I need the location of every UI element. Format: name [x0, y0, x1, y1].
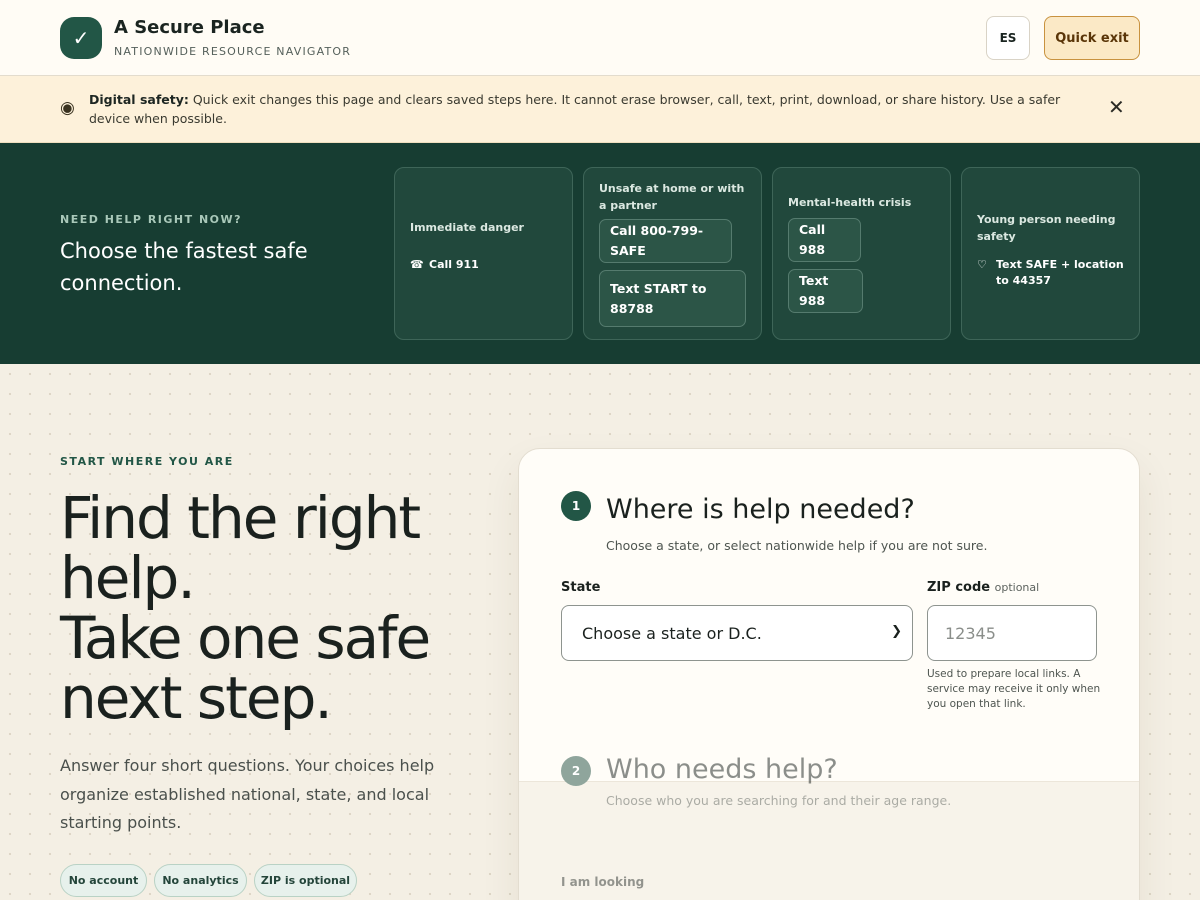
hero-line: next step.	[60, 664, 333, 732]
hero-lede: Answer four short questions. Your choice…	[60, 756, 435, 832]
digital-safety-lead: Digital safety:	[89, 92, 189, 107]
mental-health-crisis-card: Mental-health crisis Call 988 Text 988	[772, 167, 951, 340]
hero-line: help.	[60, 544, 196, 612]
immediate-danger-card: Immediate danger ☎ Call 911	[394, 167, 573, 340]
card-title: Young person needing safety	[977, 213, 1116, 243]
digital-safety-banner: ◉ Digital safety: Quick exit changes thi…	[0, 76, 1200, 143]
zip-help-text: Used to prepare local links. A service m…	[927, 668, 1101, 710]
phone-icon: ☎	[410, 258, 424, 271]
call-911-link[interactable]: ☎ Call 911	[410, 257, 479, 273]
hero-heading: Find the right help. Take one safe next …	[60, 488, 500, 728]
state-select-value: Choose a state or D.C.	[582, 623, 762, 643]
card-title: Immediate danger	[410, 221, 524, 234]
site-title[interactable]: A Secure Place	[114, 17, 265, 38]
emergency-title: Choose the fastest safe connection.	[60, 239, 308, 295]
state-select[interactable]: Choose a state or D.C. ❯	[561, 605, 913, 661]
hero-line: Take one safe	[60, 604, 431, 672]
digital-safety-message: Digital safety: Quick exit changes this …	[89, 90, 1079, 128]
heart-icon: ♡	[977, 258, 987, 271]
close-icon[interactable]: ✕	[1108, 97, 1125, 117]
step-2-title: Who needs help?	[606, 754, 838, 785]
unsafe-at-home-card: Unsafe at home or with a partner Call 80…	[583, 167, 762, 340]
emergency-eyebrow: NEED HELP RIGHT NOW?	[60, 213, 243, 226]
step-1-badge: 1	[561, 491, 591, 521]
quick-exit-button[interactable]: Quick exit	[1044, 16, 1140, 60]
zip-optional-note: optional	[994, 581, 1040, 594]
step-2-subtitle: Choose who you are searching for and the…	[606, 793, 952, 808]
zip-label-text: ZIP code	[927, 580, 991, 595]
resource-finder-form: 1 Where is help needed? Choose a state, …	[518, 448, 1140, 900]
card-title: Unsafe at home or with a partner	[599, 182, 745, 212]
hero-line: Find the right	[60, 484, 421, 552]
no-analytics-chip: No analytics	[154, 864, 247, 897]
digital-safety-text: Quick exit changes this page and clears …	[89, 92, 1061, 126]
zip-optional-chip: ZIP is optional	[254, 864, 357, 897]
text-safe-label: Text SAFE + location to 44357	[996, 258, 1124, 287]
language-toggle-button[interactable]: ES	[986, 16, 1030, 60]
call-988-button[interactable]: Call 988	[788, 218, 861, 262]
site-subtitle: NATIONWIDE RESOURCE NAVIGATOR	[114, 45, 352, 58]
hero-eyebrow: START WHERE YOU ARE	[60, 455, 234, 468]
no-account-chip: No account	[60, 864, 147, 897]
text-safe-link[interactable]: ♡ Text SAFE + location to 44357	[977, 257, 1127, 289]
chevron-down-icon: ❯	[891, 624, 902, 639]
step-1-subtitle: Choose a state, or select nationwide hel…	[606, 538, 988, 553]
state-label: State	[561, 580, 601, 595]
zip-input[interactable]	[927, 605, 1097, 661]
young-person-card: Young person needing safety ♡ Text SAFE …	[961, 167, 1140, 340]
zip-label: ZIP code optional	[927, 580, 1039, 595]
site-header: ✓ A Secure Place NATIONWIDE RESOURCE NAV…	[0, 0, 1200, 76]
text-988-button[interactable]: Text 988	[788, 269, 863, 313]
safety-target-icon: ◉	[60, 98, 75, 118]
looking-for-label: I am looking	[561, 875, 645, 889]
call-hotline-button[interactable]: Call 800-799-SAFE	[599, 219, 732, 263]
emergency-contacts-section: NEED HELP RIGHT NOW? Choose the fastest …	[0, 143, 1200, 364]
shield-check-icon[interactable]: ✓	[60, 17, 102, 59]
call-911-label: Call 911	[429, 258, 479, 271]
step-2-badge: 2	[561, 756, 591, 786]
text-hotline-button[interactable]: Text START to 88788	[599, 270, 746, 327]
card-title: Mental-health crisis	[788, 196, 912, 209]
step-1-title: Where is help needed?	[606, 494, 915, 525]
